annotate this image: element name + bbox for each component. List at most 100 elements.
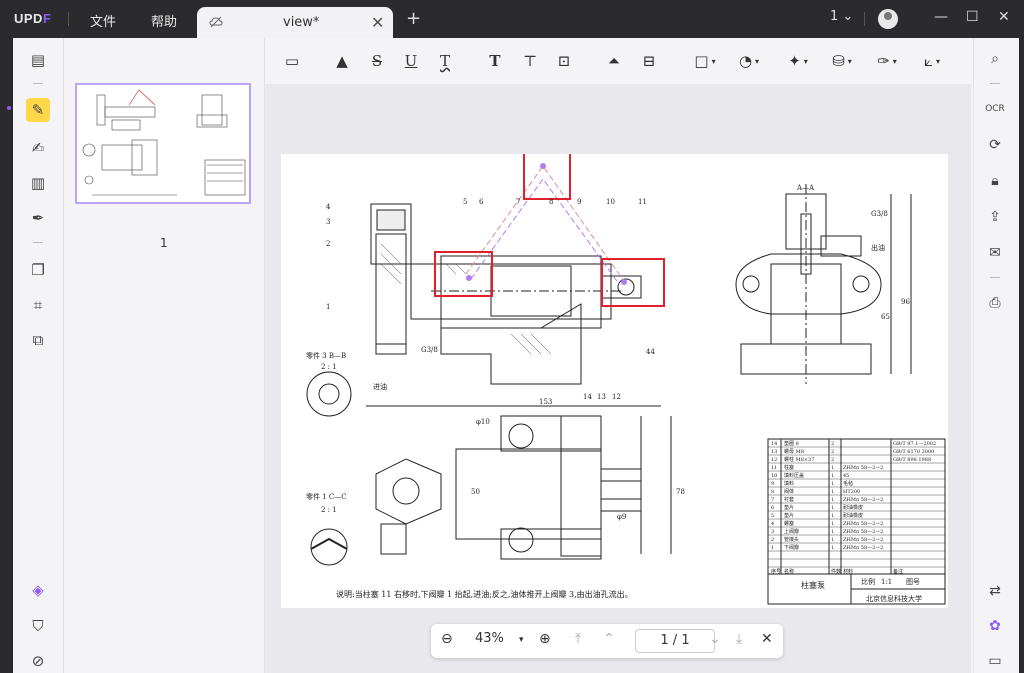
ocr-icon[interactable]: OCR [984, 98, 1006, 120]
bom-cell: 下阀瓣 [784, 544, 799, 551]
share-icon[interactable]: ⇪ [984, 206, 1006, 228]
title-scale-value: 1:1 [881, 578, 892, 586]
protect-icon[interactable]: 🔒︎ [984, 170, 1006, 192]
close-zoombar-icon[interactable]: ✕ [761, 631, 773, 647]
squiggly-icon[interactable]: T [434, 50, 456, 72]
sticky-note-icon[interactable]: ▭ [281, 50, 303, 72]
comment-mode-icon[interactable]: ✎ [26, 98, 50, 122]
form-icon[interactable]: ▥ [26, 171, 50, 195]
underline-icon[interactable]: U [400, 50, 422, 72]
bom-cell: HT200 [843, 489, 860, 495]
pin-icon[interactable]: ✦ ▾ [781, 50, 815, 72]
zoom-in-icon[interactable]: ⊕ [539, 631, 551, 647]
page-number-input[interactable]: 1 / 1 [635, 629, 715, 653]
maximize-icon[interactable]: ☐ [966, 9, 979, 25]
bom-cell: 4 [771, 521, 774, 527]
bom-cell: 1 [831, 465, 834, 471]
callout-5: 5 [463, 198, 467, 206]
document-canvas[interactable]: 4 3 2 1 5 6 7 8 9 10 11 14 13 12 A—A G3/… [265, 84, 971, 673]
menu-help[interactable]: 帮助 [151, 11, 177, 30]
strikethrough-icon[interactable]: S [366, 50, 388, 72]
bom-cell: 1 [831, 473, 834, 479]
save-icon[interactable]: ⎙ [984, 292, 1006, 314]
bom-header-cell: 序号 [771, 568, 781, 575]
cloud-off-icon [209, 16, 223, 28]
callout-9: 9 [577, 198, 581, 206]
bom-cell: 8 [771, 489, 774, 495]
label-g38: G3/8 [421, 346, 438, 354]
bom-cell: 2 [831, 457, 834, 463]
edit-pdf-icon[interactable]: ✍ [26, 136, 50, 160]
search-icon[interactable]: ⌕ [984, 48, 1006, 70]
text-callout-icon[interactable]: ⊤ [519, 50, 541, 72]
callout-6: 6 [479, 198, 484, 206]
app-logo[interactable]: UPDF [14, 11, 51, 26]
bom-cell: 耐油橡皮 [843, 512, 863, 519]
dim-44: 44 [646, 348, 655, 356]
prev-page-icon[interactable]: ⌃ [603, 631, 615, 647]
page-count-dropdown[interactable]: 1 ⌄ [830, 9, 853, 24]
close-tab-icon[interactable]: ✕ [371, 13, 384, 32]
divider [990, 277, 1000, 278]
label-outlet: 出油 [871, 243, 885, 252]
bom-cell: 1 [831, 529, 834, 535]
thumbnail-panel: 1 [64, 38, 265, 673]
pencil-icon[interactable]: ⏶ [603, 50, 625, 72]
first-page-icon[interactable]: ⤒ [575, 631, 581, 647]
signature-icon[interactable]: ✑ ▾ [870, 50, 904, 72]
avatar[interactable] [878, 9, 898, 29]
bom-cell: 13 [771, 449, 777, 455]
label-inlet: 进油 [373, 382, 387, 391]
zoom-dropdown-icon[interactable]: ▾ [519, 635, 524, 645]
comments-panel-icon[interactable]: ▭ [984, 650, 1006, 672]
minimize-icon[interactable]: — [934, 9, 948, 25]
bom-cell: 9 [771, 481, 774, 487]
title-block-name: 柱塞泵 [801, 580, 825, 590]
compare-icon[interactable]: ⧉ [26, 328, 50, 352]
bom-cell: 螺柱 M8×37 [784, 456, 814, 463]
fill-sign-icon[interactable]: ✒ [26, 206, 50, 230]
highlight-icon[interactable]: ▲ [331, 50, 353, 72]
new-tab-button[interactable]: + [406, 8, 421, 29]
bom-header-cell: 件数 [831, 568, 841, 575]
translate-icon[interactable]: ⇄ [984, 580, 1006, 602]
callout-7: 7 [516, 198, 520, 206]
title-drawing-label: 图号 [906, 578, 920, 586]
reader-icon[interactable]: ▤ [26, 48, 50, 72]
label-scale-c: 2 : 1 [321, 506, 337, 514]
dim-50: 50 [471, 488, 480, 496]
crop-icon[interactable]: ⌗ [26, 293, 50, 317]
right-toolbar: ⌕ OCR ⟳ 🔒︎ ⇪ ✉ ⎙ ⇄ ✿ ▭ [973, 38, 1019, 673]
organize-pages-icon[interactable]: ❐ [26, 258, 50, 282]
bom-cell: ZHMn 58—2—2 [843, 537, 884, 543]
shape-icon[interactable]: □ ▾ [688, 50, 722, 72]
textbox-note-icon[interactable]: ⊡ [553, 50, 575, 72]
bom-cell: 5 [771, 513, 774, 519]
layers-icon[interactable]: ◈ [26, 578, 50, 602]
stamp-icon[interactable]: ⛁ ▾ [825, 50, 859, 72]
page-thumbnail[interactable] [75, 83, 251, 204]
bom-cell: 2 [831, 441, 834, 447]
next-page-icon[interactable]: ⌄ [709, 631, 721, 647]
close-window-icon[interactable]: ✕ [998, 9, 1010, 25]
document-tab[interactable]: view* ✕ [197, 7, 393, 38]
app-body: ▤ ✎ ✍ ▥ ✒ ❐ ⌗ ⧉ ◈ ⛉ ⊘ 1 ▭ ▲ S U T T ⊤ ⊡ … [13, 38, 1019, 673]
bom-cell: 螺塞 [784, 520, 794, 527]
attachment-icon[interactable]: ⊘ [26, 649, 50, 673]
email-icon[interactable]: ✉ [984, 242, 1006, 264]
text-box-icon[interactable]: T [484, 50, 506, 72]
freeform-shape-icon[interactable]: ◔ ▾ [732, 50, 766, 72]
bom-header-cell: 备注 [893, 568, 903, 575]
zoom-out-icon[interactable]: ⊖ [441, 631, 453, 647]
bookmark-icon[interactable]: ⛉ [26, 614, 50, 638]
last-page-icon[interactable]: ⤓ [736, 631, 742, 647]
callout-1: 1 [326, 303, 330, 311]
measure-icon[interactable]: ⟀ ▾ [915, 50, 949, 72]
measurement-annotation[interactable] [434, 132, 665, 307]
ai-assistant-icon[interactable]: ✿ [984, 615, 1006, 637]
bom-cell: 1 [831, 489, 834, 495]
eraser-icon[interactable]: ⊟ [638, 50, 660, 72]
convert-icon[interactable]: ⟳ [984, 134, 1006, 156]
menu-file[interactable]: 文件 [90, 11, 116, 30]
zoom-level[interactable]: 43% [475, 631, 504, 646]
